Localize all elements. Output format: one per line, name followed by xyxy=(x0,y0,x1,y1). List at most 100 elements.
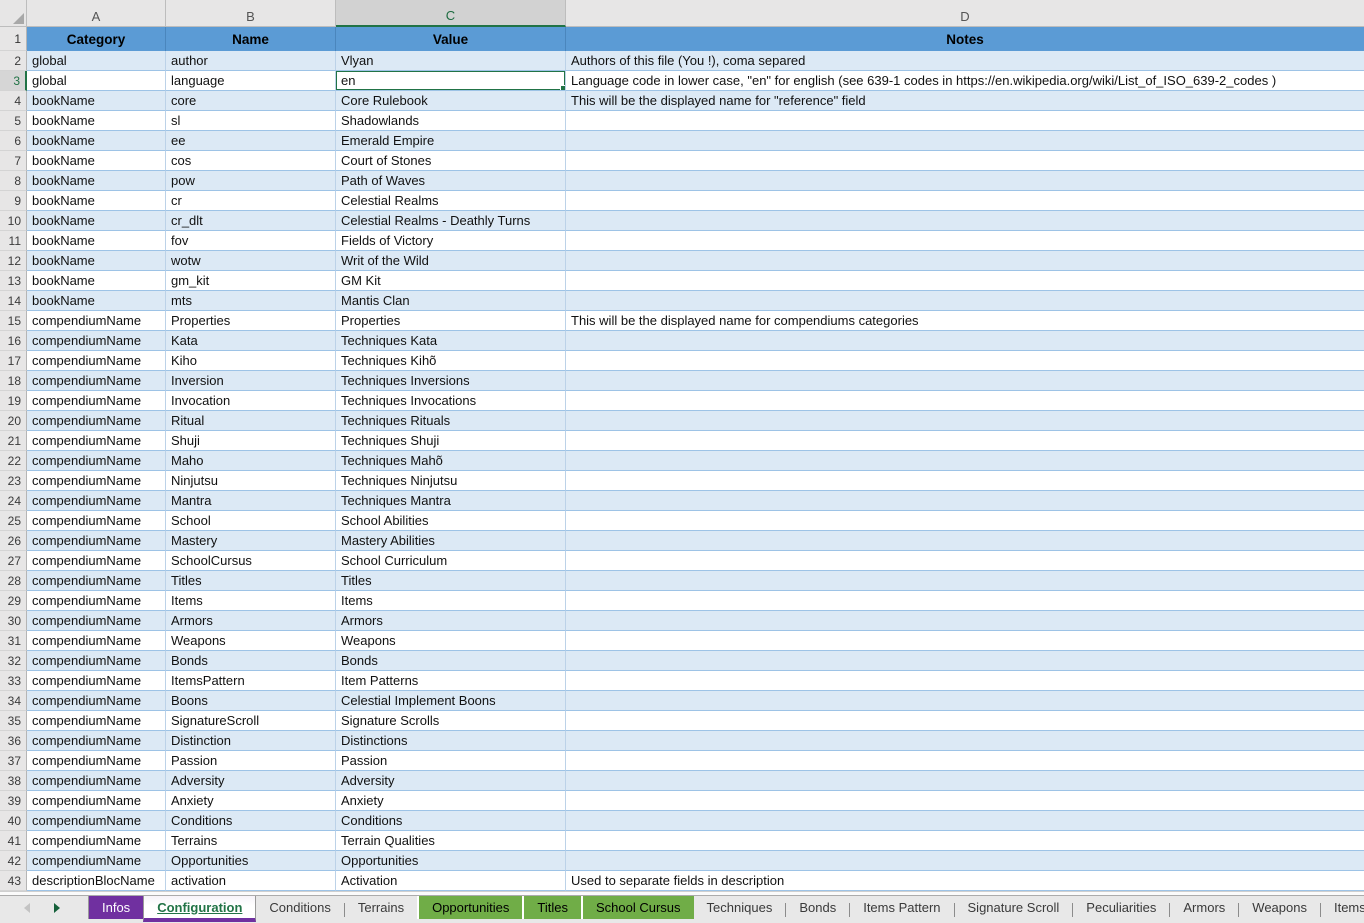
cell-value[interactable]: Activation xyxy=(336,871,566,891)
cell-category[interactable]: compendiumName xyxy=(27,371,166,391)
cell-category[interactable]: bookName xyxy=(27,291,166,311)
cell-value[interactable]: Bonds xyxy=(336,651,566,671)
cell-category[interactable]: bookName xyxy=(27,271,166,291)
cell-category[interactable]: compendiumName xyxy=(27,411,166,431)
cell-notes[interactable] xyxy=(566,431,1364,451)
header-category[interactable]: Category xyxy=(27,27,166,51)
cell-category[interactable]: compendiumName xyxy=(27,851,166,871)
row-number-22[interactable]: 22 xyxy=(0,451,27,471)
cell-notes[interactable] xyxy=(566,331,1364,351)
cell-notes[interactable] xyxy=(566,691,1364,711)
cell-value[interactable]: Path of Waves xyxy=(336,171,566,191)
cell-category[interactable]: bookName xyxy=(27,231,166,251)
cell-name[interactable]: sl xyxy=(166,111,336,131)
sheet-tab-items-pattern[interactable]: Items Pattern xyxy=(850,896,953,919)
column-header-D[interactable]: D xyxy=(566,0,1364,27)
cell-category[interactable]: compendiumName xyxy=(27,431,166,451)
next-sheet-arrow-icon[interactable] xyxy=(54,903,60,913)
cell-value[interactable]: Celestial Realms - Deathly Turns xyxy=(336,211,566,231)
row-number-19[interactable]: 19 xyxy=(0,391,27,411)
cell-value[interactable]: Vlyan xyxy=(336,51,566,71)
row-number-31[interactable]: 31 xyxy=(0,631,27,651)
sheet-tab-school-cursus[interactable]: School Cursus xyxy=(583,896,694,919)
row-number-32[interactable]: 32 xyxy=(0,651,27,671)
sheet-tab-signature-scroll[interactable]: Signature Scroll xyxy=(955,896,1073,919)
cell-value[interactable]: Weapons xyxy=(336,631,566,651)
cell-category[interactable]: global xyxy=(27,51,166,71)
cell-value[interactable]: Techniques Kihõ xyxy=(336,351,566,371)
row-number-4[interactable]: 4 xyxy=(0,91,27,111)
row-number-30[interactable]: 30 xyxy=(0,611,27,631)
cell-value[interactable]: GM Kit xyxy=(336,271,566,291)
sheet-tab-terrains[interactable]: Terrains xyxy=(345,896,417,919)
cell-name[interactable]: Conditions xyxy=(166,811,336,831)
cell-name[interactable]: Mantra xyxy=(166,491,336,511)
cell-name[interactable]: pow xyxy=(166,171,336,191)
cell-notes[interactable] xyxy=(566,131,1364,151)
cell-name[interactable]: Kiho xyxy=(166,351,336,371)
cell-name[interactable]: School xyxy=(166,511,336,531)
row-number-6[interactable]: 6 xyxy=(0,131,27,151)
cell-name[interactable]: ItemsPattern xyxy=(166,671,336,691)
cell-name[interactable]: Kata xyxy=(166,331,336,351)
cell-value[interactable]: Titles xyxy=(336,571,566,591)
cell-notes[interactable] xyxy=(566,271,1364,291)
cell-category[interactable]: bookName xyxy=(27,151,166,171)
cell-category[interactable]: compendiumName xyxy=(27,391,166,411)
cell-notes[interactable] xyxy=(566,291,1364,311)
cell-value[interactable]: Items xyxy=(336,591,566,611)
sheet-tab-techniques[interactable]: Techniques xyxy=(694,896,786,919)
cell-notes[interactable]: Used to separate fields in description xyxy=(566,871,1364,891)
cell-category[interactable]: compendiumName xyxy=(27,511,166,531)
cell-name[interactable]: wotw xyxy=(166,251,336,271)
cell-notes[interactable] xyxy=(566,251,1364,271)
row-number-14[interactable]: 14 xyxy=(0,291,27,311)
cell-category[interactable]: compendiumName xyxy=(27,651,166,671)
cell-value[interactable]: Signature Scrolls xyxy=(336,711,566,731)
cell-notes[interactable] xyxy=(566,571,1364,591)
column-header-C[interactable]: C xyxy=(336,0,566,27)
cell-category[interactable]: compendiumName xyxy=(27,611,166,631)
cell-name[interactable]: Invocation xyxy=(166,391,336,411)
row-number-15[interactable]: 15 xyxy=(0,311,27,331)
cell-category[interactable]: compendiumName xyxy=(27,751,166,771)
cell-notes[interactable] xyxy=(566,451,1364,471)
cell-notes[interactable] xyxy=(566,611,1364,631)
row-number-35[interactable]: 35 xyxy=(0,711,27,731)
cell-name[interactable]: Ninjutsu xyxy=(166,471,336,491)
cell-notes[interactable] xyxy=(566,731,1364,751)
header-name[interactable]: Name xyxy=(166,27,336,51)
row-number-27[interactable]: 27 xyxy=(0,551,27,571)
cell-category[interactable]: compendiumName xyxy=(27,571,166,591)
row-number-41[interactable]: 41 xyxy=(0,831,27,851)
cell-name[interactable]: Distinction xyxy=(166,731,336,751)
cell-notes[interactable]: Authors of this file (You !), coma separ… xyxy=(566,51,1364,71)
row-number-8[interactable]: 8 xyxy=(0,171,27,191)
header-notes[interactable]: Notes xyxy=(566,27,1364,51)
row-number-38[interactable]: 38 xyxy=(0,771,27,791)
sheet-tab-titles[interactable]: Titles xyxy=(524,896,581,919)
cell-category[interactable]: compendiumName xyxy=(27,491,166,511)
sheet-tab-configuration[interactable]: Configuration xyxy=(143,896,256,922)
cell-name[interactable]: activation xyxy=(166,871,336,891)
cell-notes[interactable] xyxy=(566,151,1364,171)
selected-cell-C3[interactable]: en xyxy=(336,71,566,91)
row-number-17[interactable]: 17 xyxy=(0,351,27,371)
cell-name[interactable]: cr_dlt xyxy=(166,211,336,231)
cell-notes[interactable] xyxy=(566,531,1364,551)
cell-value[interactable]: School Abilities xyxy=(336,511,566,531)
cell-name[interactable]: Boons xyxy=(166,691,336,711)
cell-value[interactable]: Conditions xyxy=(336,811,566,831)
row-number-26[interactable]: 26 xyxy=(0,531,27,551)
cell-notes[interactable] xyxy=(566,811,1364,831)
cell-category[interactable]: compendiumName xyxy=(27,671,166,691)
cell-value[interactable]: Terrain Qualities xyxy=(336,831,566,851)
row-number-10[interactable]: 10 xyxy=(0,211,27,231)
cell-value[interactable]: Emerald Empire xyxy=(336,131,566,151)
cell-category[interactable]: compendiumName xyxy=(27,791,166,811)
cell-category[interactable]: compendiumName xyxy=(27,811,166,831)
row-number-21[interactable]: 21 xyxy=(0,431,27,451)
sheet-tab-armors[interactable]: Armors xyxy=(1170,896,1238,919)
cell-notes[interactable]: This will be the displayed name for "ref… xyxy=(566,91,1364,111)
cell-notes[interactable] xyxy=(566,551,1364,571)
